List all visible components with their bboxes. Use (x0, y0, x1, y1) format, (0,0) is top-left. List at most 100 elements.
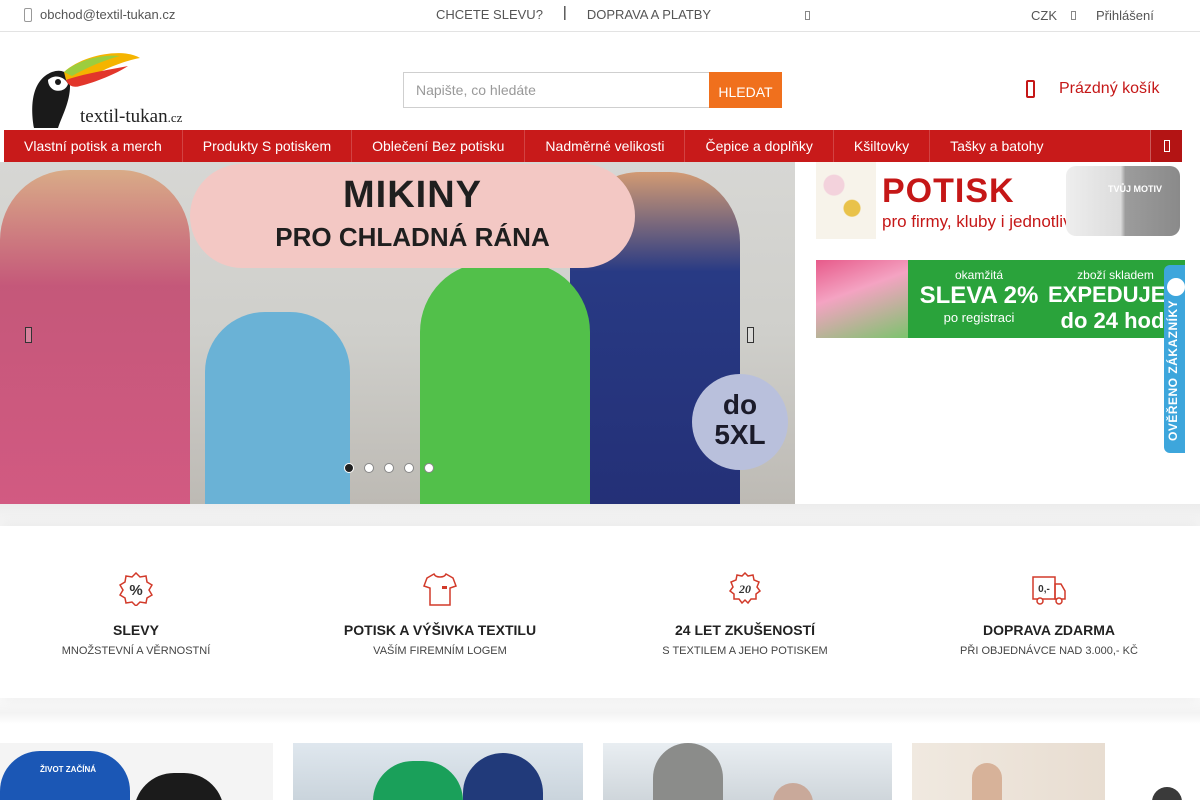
dispatch-time: do 24 hod. (1060, 308, 1171, 333)
model-girl (205, 312, 350, 504)
stock-small: zboží skladem (1077, 268, 1154, 282)
size-badge-line1: do (722, 389, 758, 420)
nav-item-blank-clothing[interactable]: Oblečení Bez potisku (352, 130, 526, 162)
slider-dot[interactable] (404, 463, 414, 473)
room-image (912, 743, 1105, 800)
feature-printing: POTISK A VÝŠIVKA TEXTILU VAŠÍM FIREMNÍM … (290, 572, 590, 657)
main-nav: Vlastní potisk a merch Produkty S potisk… (4, 130, 1182, 162)
discount-note: po registraci (943, 310, 1015, 325)
nav-menu-button[interactable] (1150, 130, 1182, 162)
discount-small: okamžitá (954, 268, 1004, 282)
slider-dot[interactable] (384, 463, 394, 473)
search-button[interactable]: HLEDAT (709, 72, 782, 108)
top-links: CHCETE SLEVU? | DOPRAVA A PLATBY (436, 4, 711, 23)
category-thumb-sport[interactable] (293, 743, 583, 800)
top-bar: obchod@textil-tukan.cz CHCETE SLEVU? | D… (0, 0, 1200, 32)
verified-reviews-widget[interactable]: OVĚŘENO ZÁKAZNÍKY (1164, 265, 1185, 453)
shirts-image: TVŮJ MOTIV (1066, 166, 1180, 236)
shipping-block: zboží skladem EXPEDUJEME do 24 hod. (1048, 268, 1185, 334)
feature-title: POTISK A VÝŠIVKA TEXTILU (343, 622, 537, 638)
slider-dot[interactable] (344, 463, 354, 473)
delivery-truck-icon: 0,- (1032, 572, 1066, 606)
model-blue-cap (463, 753, 543, 800)
dispatch-big: EXPEDUJEME (1048, 282, 1185, 307)
search-input[interactable] (403, 72, 709, 108)
model-fitness (972, 763, 1002, 800)
black-hoodie-image (134, 773, 224, 800)
flowers-image (816, 162, 876, 239)
model-side (1152, 787, 1182, 800)
hero-slider[interactable]: MIKINY PRO CHLADNÁ RÁNA do 5XL (0, 162, 795, 504)
feature-title: 24 LET ZKUŠENOSTÍ (674, 622, 816, 638)
print-banner-title: POTISK (882, 172, 1015, 210)
category-thumb-caps[interactable] (603, 743, 892, 800)
discount-block: okamžitá SLEVA 2% po registraci (914, 268, 1044, 325)
cart[interactable]: Prázdný košík (1026, 80, 1159, 98)
model-grey-cap (653, 743, 723, 800)
slider-prev-icon[interactable] (25, 327, 32, 343)
feature-title: SLEVY (113, 622, 159, 638)
slide-subline: PRO CHLADNÁ RÁNA (275, 222, 550, 252)
nav-item-caps[interactable]: Kšiltovky (834, 130, 931, 162)
svg-text:%: % (129, 582, 142, 599)
blue-shirt-image: ŽIVOT ZAČÍNÁ (0, 751, 130, 800)
slider-dot[interactable] (424, 463, 434, 473)
feature-free-shipping: 0,- DOPRAVA ZDARMA PŘI OBJEDNÁVCE NAD 3.… (899, 572, 1199, 657)
feature-subtitle: PŘI OBJEDNÁVCE NAD 3.000,- KČ (960, 645, 1138, 657)
discount-banner[interactable]: okamžitá SLEVA 2% po registraci zboží sk… (816, 260, 1185, 338)
link-separator: | (562, 4, 567, 21)
logo-name: textil-tukan (80, 106, 168, 127)
model-boy (420, 262, 590, 504)
slide-headline-box: MIKINY PRO CHLADNÁ RÁNA (190, 164, 635, 268)
discount-link[interactable]: CHCETE SLEVU? (436, 7, 543, 22)
phone-icon (24, 7, 32, 22)
tulips-image (816, 260, 908, 338)
info-icon[interactable] (805, 11, 810, 20)
feature-subtitle: S TEXTILEM A JEHO POTISKEM (662, 645, 828, 657)
verified-label: OVĚŘENO ZÁKAZNÍKY (1166, 299, 1180, 441)
nav-item-hats[interactable]: Čepice a doplňky (685, 130, 834, 162)
feature-title: DOPRAVA ZDARMA (983, 622, 1115, 638)
print-banner[interactable]: POTISK pro firmy, kluby i jednotlivce TV… (816, 162, 1185, 239)
slider-next-icon[interactable] (747, 327, 754, 343)
feature-experience: 20 24 LET ZKUŠENOSTÍ S TEXTILEM A JEHO P… (595, 571, 895, 657)
nav-item-printed-products[interactable]: Produkty S potiskem (183, 130, 353, 162)
print-banner-subtitle: pro firmy, kluby i jednotlivce (882, 212, 1090, 231)
currency-selector[interactable]: CZK (1031, 8, 1057, 23)
cart-label[interactable]: Prázdný košík (1059, 80, 1159, 98)
nav-item-bags[interactable]: Tašky a batohy (930, 130, 1063, 162)
menu-icon (1163, 140, 1170, 152)
cart-icon (1026, 80, 1035, 98)
size-badge: do 5XL (692, 374, 788, 470)
nav-item-plus-sizes[interactable]: Nadměrné velikosti (525, 130, 686, 162)
search-bar: HLEDAT (403, 72, 782, 108)
percent-badge-icon: % (118, 571, 154, 608)
email-link[interactable]: obchod@textil-tukan.cz (40, 7, 175, 22)
nav-item-custom-print[interactable]: Vlastní potisk a merch (4, 130, 183, 162)
feature-subtitle: MNOŽSTEVNÍ A VĚRNOSTNÍ (61, 645, 211, 657)
discount-big: SLEVA 2% (919, 282, 1039, 309)
shirt-print-text: TVŮJ MOTIV (1107, 184, 1162, 194)
model-second (773, 783, 813, 800)
size-badge-line2: 5XL (714, 419, 766, 450)
login-link[interactable]: Přihlášení (1096, 8, 1154, 23)
contact-email[interactable]: obchod@textil-tukan.cz (24, 7, 175, 22)
tshirt-icon (423, 572, 457, 606)
badge-number: 20 (738, 582, 751, 596)
logo-text: textil-tukan.cz (80, 106, 182, 128)
slide-headline: MIKINY (343, 174, 482, 216)
model-green-jacket (373, 761, 463, 800)
category-thumb-printed[interactable]: ŽIVOT ZAČÍNÁ (0, 743, 273, 800)
category-thumb-fitness[interactable] (912, 743, 1200, 800)
slider-dot[interactable] (364, 463, 374, 473)
slider-dots (344, 463, 434, 473)
site-logo[interactable]: textil-tukan.cz (24, 50, 204, 128)
feature-discounts: % SLEVY MNOŽSTEVNÍ A VĚRNOSTNÍ (0, 571, 286, 657)
verified-badge-icon (1167, 278, 1185, 296)
truck-text: 0,- (1038, 584, 1050, 595)
anniversary-badge-icon: 20 (728, 571, 762, 606)
user-icon[interactable] (1071, 11, 1076, 20)
shirt-slogan: ŽIVOT ZAČÍNÁ (40, 765, 96, 774)
feature-subtitle: VAŠÍM FIREMNÍM LOGEM (373, 645, 507, 657)
shipping-link[interactable]: DOPRAVA A PLATBY (587, 7, 711, 22)
